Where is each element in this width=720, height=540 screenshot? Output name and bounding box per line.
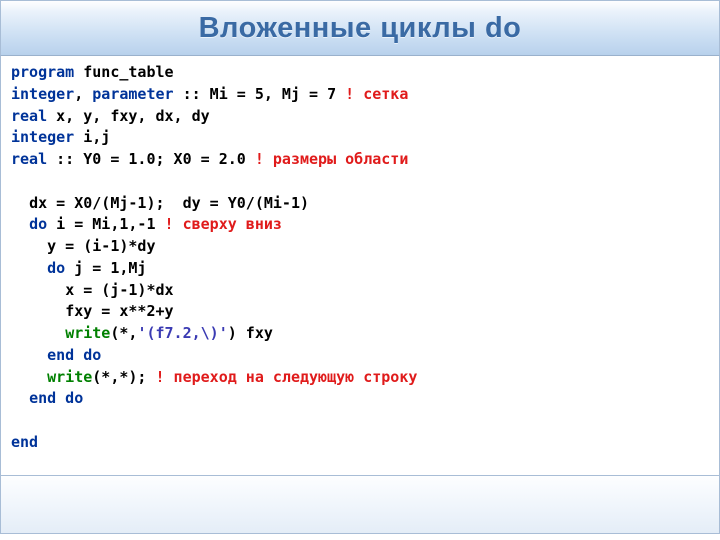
kw-do: do bbox=[29, 215, 47, 233]
slide-header: Вложенные циклы do bbox=[0, 0, 720, 56]
kw-end: end bbox=[11, 433, 38, 451]
kw-program: program bbox=[11, 63, 74, 81]
comment: ! сетка bbox=[345, 85, 408, 103]
kw-do: do bbox=[47, 259, 65, 277]
comment: ! размеры области bbox=[255, 150, 409, 168]
code-block: program func_table integer, parameter ::… bbox=[0, 56, 720, 476]
kw-end-do: end do bbox=[47, 346, 101, 364]
kw-real: real bbox=[11, 150, 47, 168]
kw-integer: integer bbox=[11, 85, 74, 103]
comment: ! сверху вниз bbox=[165, 215, 282, 233]
format-string: '(f7.2,\)' bbox=[137, 324, 227, 342]
slide-title: Вложенные циклы do bbox=[199, 12, 522, 45]
kw-write: write bbox=[65, 324, 110, 342]
kw-write: write bbox=[47, 368, 92, 386]
kw-end-do: end do bbox=[29, 389, 83, 407]
kw-integer: integer bbox=[11, 128, 74, 146]
slide-footer bbox=[0, 476, 720, 534]
kw-parameter: parameter bbox=[92, 85, 173, 103]
kw-real: real bbox=[11, 107, 47, 125]
code-content: program func_table integer, parameter ::… bbox=[11, 62, 709, 454]
comment: ! переход на следующую строку bbox=[156, 368, 418, 386]
